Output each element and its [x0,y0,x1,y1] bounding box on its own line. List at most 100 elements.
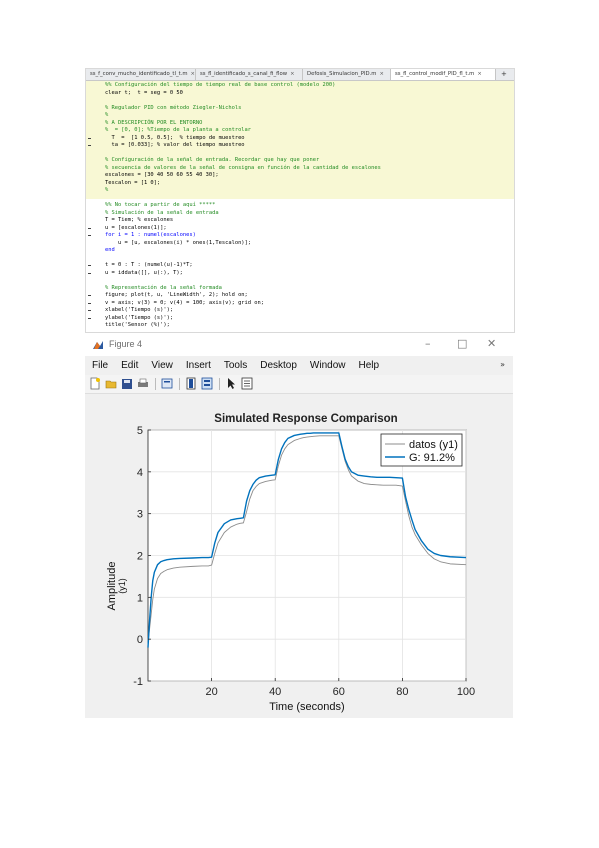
code-line: u = [u, escalones(i) * ones(1,Tescalon)]… [105,239,252,246]
line-marker [88,295,91,296]
code-line: escalones = [30 40 50 60 55 40 30]; [105,172,219,178]
code-line: % secuencia de valores de la señal de co… [105,164,381,171]
tab-close-icon[interactable]: × [191,71,195,77]
chart-title: Simulated Response Comparison [214,413,397,425]
toolbar-separator [219,378,220,390]
figure-title: Figure 4 [109,339,143,349]
code-line: % = [0, 0]; %Tiempo de la planta a contr… [105,127,252,133]
close-button[interactable]: ✕ [487,337,496,350]
y-axis-channel-label: (y1) [117,578,127,594]
code-line: % Simulación de la señal de entrada [105,209,219,216]
figure-window: Figure 4 – □ ✕ File Edit View Insert Tools De… [85,334,513,718]
menu-tools[interactable]: Tools [217,358,253,374]
editor-tab[interactable]: ss_fl_control_modif_PID_fl_t.m × [391,69,496,80]
minimize-button[interactable]: – [425,337,431,350]
line-marker [88,265,91,266]
toolbar-separator [179,378,180,390]
code-line: ta = [0.033]; % valor del tiempo muestre… [105,142,245,148]
line-marker [88,272,91,274]
code-editor[interactable]: ss_f_conv_mucho_identificado_tl_t.m × ss_f… [85,68,515,333]
code-line: end [105,247,115,253]
code-line: v = axis; v(3) = 0; v(4) = 100; axis(v);… [105,299,265,306]
y-tick-label: 4 [137,467,143,479]
editor-tab-label: Defosis_Simulacion_PID.m [307,71,377,77]
tab-close-icon[interactable]: × [477,71,481,77]
response-chart: 20 40 60 80 100 -1 0 1 2 3 4 5 Simulated Response C… [106,413,475,713]
code-line: T = Tiem; % escalones [105,217,174,223]
code-line: % [105,112,109,118]
y-tick-label: 3 [137,509,143,521]
link-plot-icon[interactable] [161,377,173,390]
new-tab-button[interactable]: + [496,69,512,80]
editor-tab[interactable]: ss_f_conv_mucho_identificado_tl_t.m × [86,69,196,80]
property-inspector-icon[interactable] [241,377,253,390]
code-line: % A DESCRIPCIÓN POR EL ENTORNO [105,119,203,126]
code-line: u = [escalones(1)]; [105,224,167,231]
code-line: t = 0 : T : (numel(u)-1)*T; [105,262,193,268]
code-line: figure; plot(t, u, 'LineWidth', 2); hold… [105,292,248,298]
matlab-figure-icon [93,341,103,349]
y-tick-label: 5 [137,425,143,437]
insert-legend-icon[interactable] [201,377,213,390]
code-line: ylabel('Tiempo (s)'); [105,314,174,321]
legend[interactable]: datos (y1)G: 91.2% [380,433,463,467]
legend-label: datos (y1) [409,439,458,451]
code-line: %% No tocar a partir de aquí ***** [105,202,216,208]
line-marker [88,310,91,311]
code-area[interactable]: %% Configuración del tiempo de tiempo re… [86,81,514,332]
editor-tab-label: ss_f_conv_mucho_identificado_tl_t.m [90,71,188,77]
code-line: for i = 1 : numel(escalones) [105,232,196,238]
figure-menu-bar: File Edit View Insert Tools Desktop Window Help [85,358,513,374]
new-figure-icon[interactable] [89,377,101,390]
tab-close-icon[interactable]: × [379,71,383,77]
figure-title-bar: Figure 4 – □ ✕ [85,334,513,356]
code-line: % Representación de la señal formada [105,284,222,291]
line-marker [88,145,91,146]
line-marker [88,227,91,229]
y-tick-label: 0 [137,634,143,646]
y-tick-label: 1 [137,592,143,604]
code-line: T = [1 0.5, 0.5]; % tiempo de muestreo [105,134,245,141]
x-tick-label: 40 [269,686,281,698]
code-line: Tescalon = [1 0]; [105,179,161,186]
menu-overflow-icon[interactable]: » [500,360,505,369]
code-line: title('Sensor (%)'); [105,322,170,328]
maximize-button[interactable]: □ [457,337,467,350]
edit-plot-arrow-icon[interactable] [225,377,237,390]
editor-tab-label: ss_fl_identificado_s_canal_fi_flow [200,71,288,77]
menu-file[interactable]: File [85,358,114,374]
menu-window[interactable]: Window [303,358,352,374]
x-axis-label: Time (seconds) [269,701,344,713]
editor-tab-label: ss_fl_control_modif_PID_fl_t.m [395,71,475,77]
print-icon[interactable] [137,377,149,390]
save-icon[interactable] [121,377,133,390]
menu-edit[interactable]: Edit [114,358,144,374]
toolbar-separator [155,378,156,390]
code-line: u = iddata([], u(:), T); [105,269,183,276]
menu-view[interactable]: View [144,358,179,374]
insert-colorbar-icon[interactable] [185,377,197,390]
line-marker [88,317,91,319]
figure-canvas: 20 40 60 80 100 -1 0 1 2 3 4 5 Simulated Response C… [85,394,513,718]
menu-help[interactable]: Help [352,358,386,374]
code-line: xlabel('Tiempo (s)'); [105,307,174,313]
x-tick-label: 20 [205,686,217,698]
tab-close-icon[interactable]: × [290,71,294,77]
x-tick-label: 80 [396,686,408,698]
editor-tab-bar: ss_f_conv_mucho_identificado_tl_t.m × ss_f… [86,69,514,81]
y-tick-label: 2 [137,551,143,563]
code-line: % Regulador PID con método Ziegler-Nicho… [105,104,242,111]
menu-insert[interactable]: Insert [179,358,217,374]
y-tick-label: -1 [133,676,143,688]
editor-tab[interactable]: ss_fl_identificado_s_canal_fi_flow × [196,69,303,80]
code-line: % [105,187,109,193]
line-marker [88,302,91,304]
legend-label: G: 91.2% [409,452,455,464]
menu-desktop[interactable]: Desktop [253,358,303,374]
x-tick-label: 100 [457,686,475,698]
editor-tab[interactable]: Defosis_Simulacion_PID.m × [303,69,391,80]
line-marker [88,137,91,139]
code-line: % Configuración de la señal de entrada. … [105,157,320,163]
open-file-icon[interactable] [105,377,117,390]
line-marker [88,235,91,236]
